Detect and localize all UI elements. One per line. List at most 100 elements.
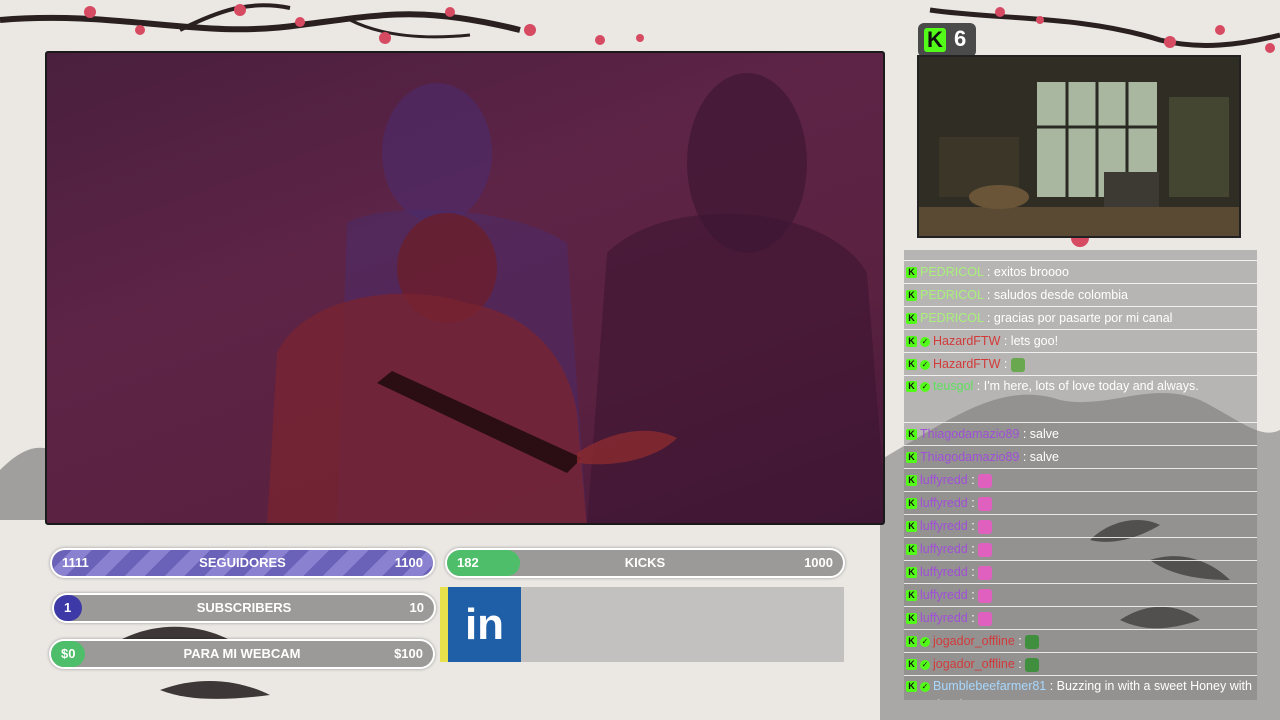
chat-message: Kluffyredd :	[904, 584, 1257, 607]
verified-badge-icon: ✓	[920, 681, 930, 692]
chat-message: K PEDRICOL : exitos broooo	[904, 261, 1257, 284]
chat-username[interactable]: Thiagodamazio89	[920, 427, 1019, 441]
main-video	[45, 51, 885, 525]
chat-username[interactable]: HazardFTW	[933, 334, 1000, 348]
chat-text: :	[1000, 357, 1011, 371]
chat-message: K ✓ Bumblebeefarmer81 : Buzzing in with a …	[904, 676, 1257, 700]
kick-badge-icon: K	[906, 381, 917, 393]
verified-badge-icon: ✓	[920, 336, 930, 347]
chat-username[interactable]: luffyredd	[920, 473, 968, 487]
chat-username[interactable]: luffyredd	[920, 611, 968, 625]
chat-username[interactable]: PEDRICOL	[920, 288, 983, 302]
pink-emote	[978, 565, 993, 580]
social-card-accent	[440, 587, 448, 662]
viewer-count-badge: K 6	[918, 23, 976, 57]
chat-message: K PEDRICOL : gracias por pasarte por mi c…	[904, 307, 1257, 330]
chat-panel: K PEDRICOL : exitos broooo K PEDRICOL : sa…	[904, 250, 1257, 700]
chat-username[interactable]: luffyredd	[920, 496, 968, 510]
verified-badge-icon: ✓	[920, 636, 930, 647]
chat-message: K ✓ jogador_offline :	[904, 653, 1257, 676]
chat-username[interactable]: HazardFTW	[933, 357, 1000, 371]
chat-username[interactable]: Bumblebeefarmer81	[933, 679, 1046, 693]
kick-badge-icon: K	[906, 429, 917, 441]
chat-username[interactable]: PEDRICOL	[920, 311, 983, 325]
frog-emote	[1010, 357, 1025, 372]
chat-message: Kluffyredd :	[904, 607, 1257, 630]
kick-badge-icon: K	[906, 681, 917, 693]
chat-message: K ✓ HazardFTW :	[904, 353, 1257, 376]
kick-badge-icon: K	[906, 267, 917, 279]
pink-emote	[978, 496, 993, 511]
kick-badge-icon: K	[906, 613, 917, 625]
chat-text: : exitos broooo	[983, 265, 1069, 279]
chat-message: Kluffyredd :	[904, 492, 1257, 515]
kick-badge-icon: K	[906, 636, 917, 648]
subscribers-goal-label: SUBSCRIBERS	[196, 600, 292, 615]
chat-message: Kluffyredd :	[904, 515, 1257, 538]
linkedin-icon: in	[448, 587, 521, 662]
chat-text: : salve	[1019, 427, 1059, 441]
followers-goal-bar: SEGUIDORES 1111 1100	[50, 548, 435, 578]
chat-username[interactable]: luffyredd	[920, 519, 968, 533]
chat-username[interactable]: luffyredd	[920, 588, 968, 602]
chat-text: :	[967, 542, 979, 556]
chat-message: Kluffyredd :	[904, 469, 1257, 492]
chat-text: :	[967, 588, 979, 602]
chat-text: : gracias por pasarte por mi canal	[983, 311, 1173, 325]
verified-badge-icon: ✓	[920, 381, 930, 392]
kick-badge-icon: K	[906, 359, 917, 371]
kicks-goal-current: 182	[457, 555, 479, 570]
chat-message: K Thiagodamazio89 : salve	[904, 446, 1257, 469]
chat-message: Kluffyredd :	[904, 561, 1257, 584]
chat-text: :	[967, 519, 979, 533]
kick-badge-icon: K	[906, 498, 917, 510]
chat-list: K PEDRICOL : exitos broooo K PEDRICOL : sa…	[904, 261, 1257, 700]
subscribers-goal-current: 1	[64, 600, 72, 615]
chat-username[interactable]: PEDRICOL	[920, 265, 983, 279]
kick-badge-icon: K	[906, 336, 917, 348]
webcam-goal-bar: PARA MI WEBCAM $0 $100	[49, 639, 435, 669]
pink-emote	[978, 473, 993, 488]
chat-text: :	[967, 496, 979, 510]
pepe-emote	[1025, 657, 1040, 672]
chat-text: : salve	[1019, 450, 1059, 464]
subscribers-goal-target: 10	[409, 600, 424, 615]
webcam-goal-current: $0	[61, 646, 76, 661]
webcam-feed	[917, 55, 1241, 238]
chat-username[interactable]: jogador_offline	[933, 657, 1015, 671]
chat-username[interactable]: teusgol	[933, 379, 973, 393]
viewer-count: 6	[954, 26, 967, 51]
social-card: in	[440, 587, 844, 662]
verified-badge-icon: ✓	[920, 659, 930, 670]
kicks-goal-target: 1000	[804, 555, 833, 570]
kick-badge-icon: K	[906, 521, 917, 533]
pepe-emote	[1025, 634, 1040, 649]
kicks-goal-label: KICKS	[624, 555, 666, 570]
pink-emote	[978, 519, 993, 534]
kick-badge-icon: K	[906, 544, 917, 556]
subscribers-goal-bar: SUBSCRIBERS 1 10	[52, 593, 436, 623]
kick-badge-icon: K	[906, 659, 917, 671]
chat-message: K ✓ HazardFTW : lets goo!	[904, 330, 1257, 353]
followers-goal-label: SEGUIDORES	[199, 555, 286, 570]
pink-emote	[978, 542, 993, 557]
chat-username[interactable]: luffyredd	[920, 542, 968, 556]
chat-username[interactable]: jogador_offline	[933, 634, 1015, 648]
webcam-scene	[919, 57, 1239, 236]
chat-message: Kluffyredd :	[904, 538, 1257, 561]
pink-emote	[978, 588, 993, 603]
kick-badge-icon: K	[906, 475, 917, 487]
kick-badge-icon: K	[906, 290, 917, 302]
performer-silhouettes	[267, 73, 883, 523]
kick-icon: K	[924, 28, 946, 52]
kicks-goal-bar: KICKS 182 1000	[445, 548, 845, 578]
chat-text: :	[1014, 634, 1026, 648]
verified-badge-icon: ✓	[920, 359, 930, 370]
pink-emote	[978, 611, 993, 626]
kick-badge-icon: K	[906, 313, 917, 325]
chat-username[interactable]: luffyredd	[920, 565, 968, 579]
chat-message: K ✓ teusgol : I'm here, lots of love today…	[904, 376, 1257, 423]
webcam-goal-label: PARA MI WEBCAM	[183, 646, 301, 661]
chat-text: : saludos desde colombia	[983, 288, 1128, 302]
chat-username[interactable]: Thiagodamazio89	[920, 450, 1019, 464]
